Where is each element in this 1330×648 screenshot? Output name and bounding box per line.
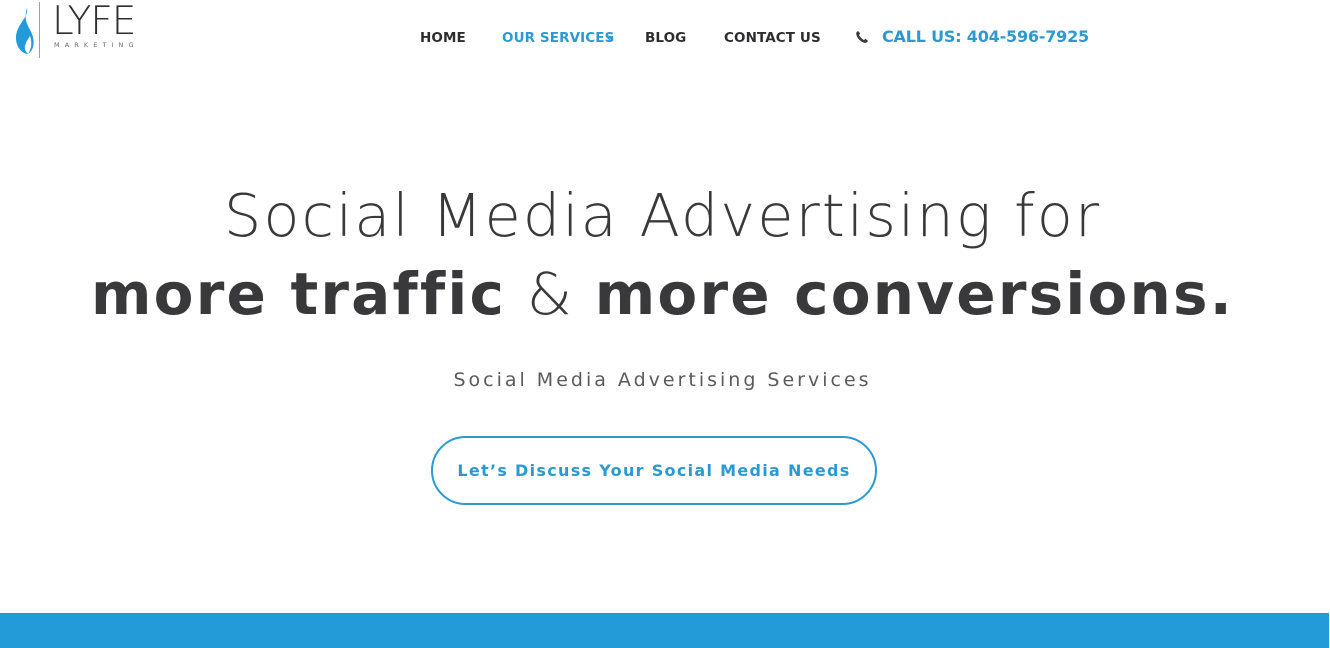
nav-item-our-services[interactable]: OUR SERVICES — [502, 27, 614, 49]
chevron-down-icon[interactable] — [605, 35, 614, 41]
hero-more-conversions: more conversions. — [594, 260, 1234, 328]
hero-heading-line-2: more traffic & more conversions. — [0, 256, 1325, 332]
nav-item-blog[interactable]: BLOG — [645, 27, 686, 49]
nav-item-home[interactable]: HOME — [420, 27, 466, 49]
call-us-phone-link[interactable]: CALL US: 404-596-7925 — [882, 26, 1089, 48]
discuss-social-media-needs-button[interactable]: Let’s Discuss Your Social Media Needs — [431, 436, 877, 505]
hero-subtitle: Social Media Advertising Services — [453, 369, 872, 391]
nav-item-contact-us[interactable]: CONTACT US — [724, 27, 821, 49]
flame-logo-icon — [16, 8, 34, 54]
phone-icon — [856, 31, 868, 43]
logo-divider — [39, 2, 40, 58]
hero-more-traffic: more traffic — [91, 260, 507, 328]
logo-tagline: MARKETING — [54, 41, 139, 49]
logo-wordmark: LYFE — [52, 0, 136, 44]
hero-heading-line-1: Social Media Advertising for — [223, 181, 1102, 250]
cta-button-label: Let’s Discuss Your Social Media Needs — [457, 461, 851, 480]
lyfe-marketing-logo[interactable]: LYFE MARKETING — [12, 0, 142, 60]
page: LYFE MARKETING HOME OUR SERVICES BLOG CO… — [0, 0, 1330, 648]
blue-section-band — [0, 613, 1329, 648]
hero-ampersand: & — [526, 260, 575, 328]
